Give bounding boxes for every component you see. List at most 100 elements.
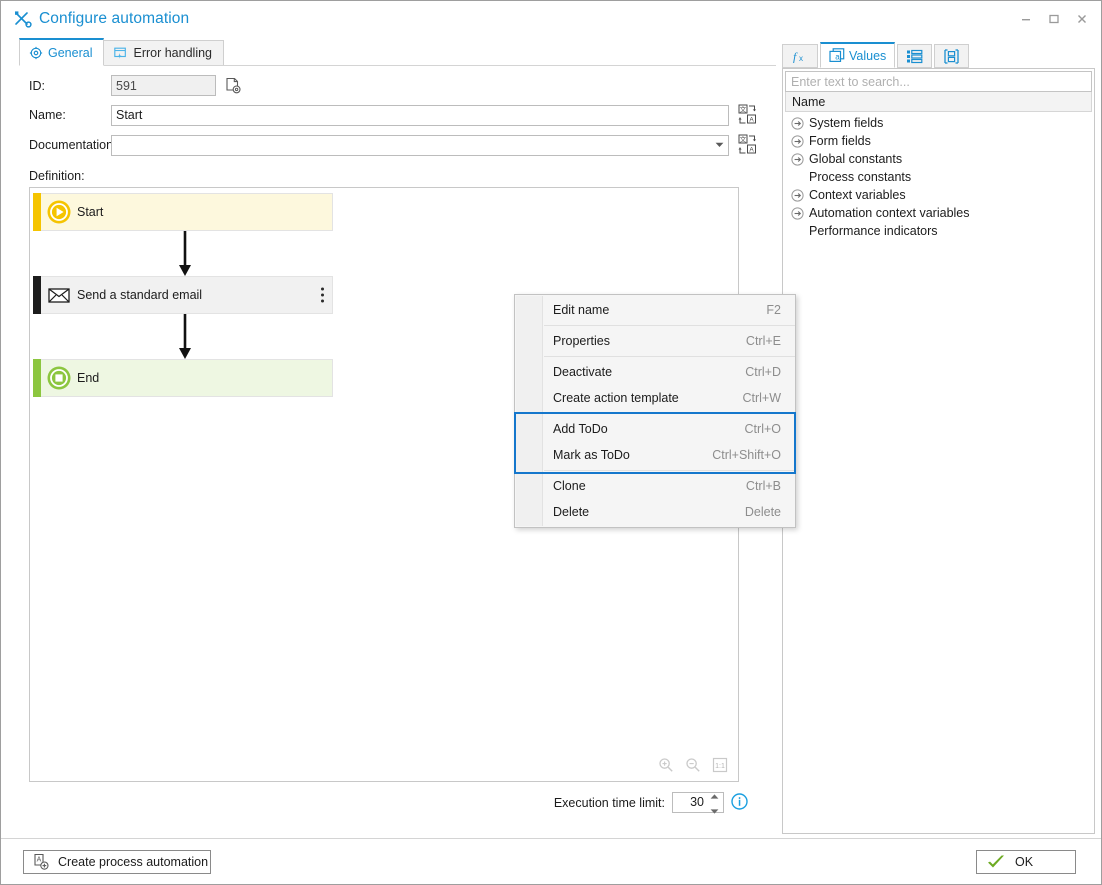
form-area: ID: Name: — [1, 66, 776, 156]
node-accent-bar — [33, 276, 41, 314]
list-detail-icon — [906, 49, 923, 64]
flow-node-send-email[interactable]: Send a standard email — [33, 276, 333, 314]
tree-item-label: Performance indicators — [809, 224, 938, 238]
node-body: End — [41, 359, 333, 397]
menu-item-edit-name[interactable]: Edit name F2 — [515, 297, 795, 323]
tree-item-global-constants[interactable]: Global constants — [785, 150, 1092, 168]
node-accent-bar — [33, 359, 41, 397]
gear-icon — [29, 46, 43, 60]
svg-text:A: A — [749, 117, 754, 124]
add-automation-icon: A — [24, 853, 58, 871]
expand-arrow-icon[interactable] — [791, 152, 807, 166]
tree-item-context-variables[interactable]: Context variables — [785, 186, 1092, 204]
configure-automation-window: Configure automation General Error handl… — [0, 0, 1102, 885]
function-fx-icon: f x — [791, 48, 809, 64]
flow-arrow — [178, 314, 192, 363]
tree-item-system-fields[interactable]: System fields — [785, 114, 1092, 132]
svg-text:A: A — [37, 856, 42, 863]
svg-text:文: 文 — [740, 105, 747, 114]
tree-item-label: Form fields — [809, 134, 871, 148]
stepper-up-icon[interactable] — [710, 788, 719, 802]
menu-item-properties[interactable]: Properties Ctrl+E — [515, 328, 795, 354]
menu-item-clone[interactable]: Clone Ctrl+B — [515, 473, 795, 499]
tab-list-detail[interactable] — [897, 44, 933, 68]
menu-item-label: Add ToDo — [553, 422, 608, 436]
menu-separator — [544, 356, 795, 357]
minimize-icon[interactable] — [1013, 8, 1039, 30]
zoom-out-icon[interactable] — [685, 757, 701, 773]
tab-values[interactable]: a Values — [820, 42, 896, 68]
tab-document-layout[interactable] — [934, 44, 970, 68]
menu-item-mark-as-todo[interactable]: Mark as ToDo Ctrl+Shift+O — [515, 442, 795, 468]
tree-item-automation-context-variables[interactable]: Automation context variables — [785, 204, 1092, 222]
execution-time-limit-value[interactable]: 30 — [673, 793, 708, 812]
chevron-down-icon[interactable] — [711, 136, 728, 155]
window-lightning-icon — [113, 46, 128, 60]
menu-item-accelerator: Ctrl+O — [744, 422, 781, 436]
tree-item-performance-indicators[interactable]: Performance indicators — [785, 222, 1092, 240]
tab-general[interactable]: General — [19, 38, 105, 66]
menu-item-accelerator: Delete — [744, 505, 781, 519]
definition-label: Definition: — [29, 169, 85, 183]
menu-item-add-todo[interactable]: Add ToDo Ctrl+O — [515, 416, 795, 442]
menu-item-accelerator: Ctrl+Shift+O — [712, 448, 781, 462]
column-header-name[interactable]: Name — [785, 92, 1092, 112]
title-bar: Configure automation — [1, 1, 1101, 37]
flow-node-end[interactable]: End — [33, 359, 333, 397]
expand-arrow-icon[interactable] — [791, 134, 807, 148]
stop-circle-icon — [41, 365, 77, 391]
menu-item-create-action-template[interactable]: Create action template Ctrl+W — [515, 385, 795, 411]
window-controls — [1013, 8, 1095, 30]
document-gear-icon[interactable] — [223, 76, 243, 96]
name-input[interactable] — [111, 104, 729, 126]
menu-item-label: Edit name — [553, 303, 610, 317]
flow-node-start[interactable]: Start — [33, 193, 333, 231]
search-input[interactable] — [785, 71, 1092, 92]
tree-item-label: Process constants — [809, 170, 912, 184]
expand-arrow-icon[interactable] — [791, 116, 807, 130]
expand-arrow-icon[interactable] — [791, 188, 807, 202]
maximize-icon[interactable] — [1041, 8, 1067, 30]
execution-time-limit-stepper[interactable]: 30 — [672, 792, 724, 814]
menu-item-accelerator: Ctrl+E — [745, 334, 781, 348]
node-label: Start — [77, 205, 104, 219]
tree-item-form-fields[interactable]: Form fields — [785, 132, 1092, 150]
menu-item-label: Delete — [553, 505, 590, 519]
stepper-buttons — [708, 793, 723, 814]
tab-error-handling[interactable]: Error handling — [103, 40, 224, 66]
svg-text:a: a — [835, 52, 840, 61]
menu-item-delete[interactable]: Delete Delete — [515, 499, 795, 525]
ok-button[interactable]: OK — [976, 849, 1076, 874]
tab-functions[interactable]: f x — [782, 44, 818, 68]
footer: A Create process automation OK — [1, 838, 1101, 884]
node-accent-bar — [33, 193, 41, 231]
expand-arrow-icon[interactable] — [791, 206, 807, 220]
play-circle-icon — [41, 199, 77, 225]
node-body: Send a standard email — [41, 276, 333, 314]
documentation-label: Documentation: — [29, 138, 117, 152]
flow-arrow — [178, 231, 192, 280]
menu-item-label: Mark as ToDo — [553, 448, 630, 462]
create-process-automation-label: Create process automation — [58, 854, 209, 869]
tree-item-process-constants[interactable]: Process constants — [785, 168, 1092, 186]
zoom-reset-icon[interactable]: 1:1 — [712, 757, 728, 773]
translate-icon[interactable]: 文 A — [738, 104, 757, 126]
zoom-in-icon[interactable] — [658, 757, 674, 773]
documentation-combo[interactable] — [111, 134, 729, 156]
main-tabstrip: General Error handling — [1, 37, 776, 66]
ok-button-label: OK — [1015, 854, 1034, 869]
menu-item-deactivate[interactable]: Deactivate Ctrl+D — [515, 359, 795, 385]
node-label: End — [77, 371, 100, 385]
stepper-down-icon[interactable] — [710, 803, 719, 817]
info-circle-icon[interactable] — [731, 792, 748, 813]
translate-icon[interactable]: 文 A — [738, 134, 757, 156]
documentation-row: Documentation: 文 A — [29, 134, 776, 156]
close-icon[interactable] — [1069, 8, 1095, 30]
node-overflow-menu-icon[interactable] — [321, 287, 324, 303]
svg-text:文: 文 — [740, 135, 747, 144]
id-input[interactable] — [111, 75, 216, 96]
execution-time-limit-label: Execution time limit: — [553, 795, 665, 810]
menu-item-label: Deactivate — [553, 365, 613, 379]
document-layout-icon — [943, 48, 960, 64]
create-process-automation-button[interactable]: A Create process automation — [23, 849, 211, 874]
